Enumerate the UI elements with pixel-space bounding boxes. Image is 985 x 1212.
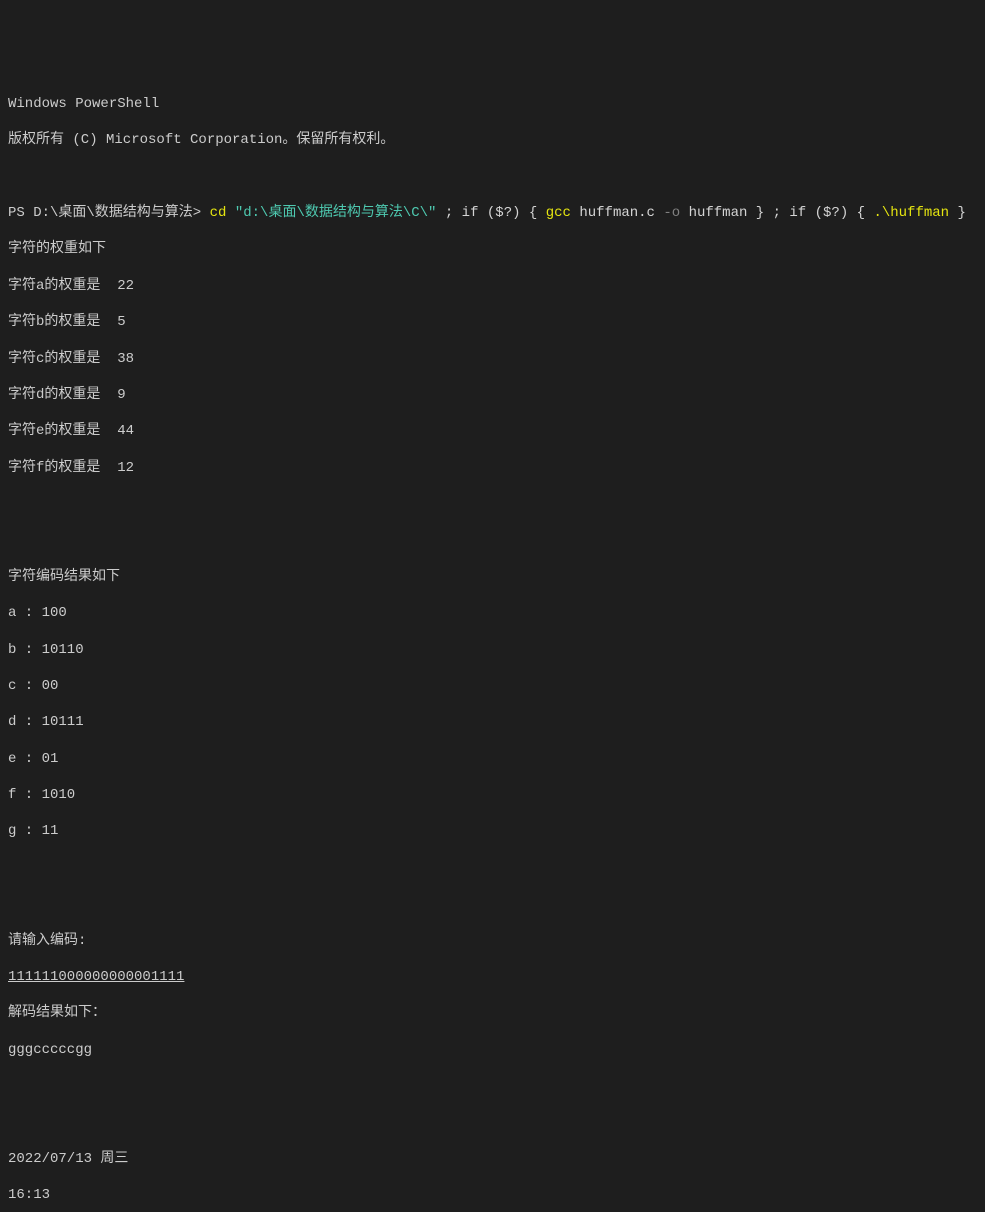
input-prompt: 请输入编码: [8,932,977,950]
encoding-line: c : 00 [8,677,977,695]
cmd-end: } [949,205,966,221]
blank [8,1113,977,1131]
weight-line: 字符f的权重是 12 [8,459,977,477]
decode-header: 解码结果如下： [8,1004,977,1022]
time-line: 16:13 [8,1186,977,1204]
cmd-paren-close: ) { [512,205,546,221]
cmd-if: if [462,205,479,221]
weights-header: 字符的权重如下 [8,240,977,258]
cmd-paren2-close: ) { [840,205,874,221]
copyright-line: 版权所有 (C) Microsoft Corporation。保留所有权利。 [8,131,977,149]
weight-line: 字符c的权重是 38 [8,350,977,368]
blank [8,859,977,877]
encoding-line: b : 10110 [8,641,977,659]
cmd-paren2: ( [806,205,823,221]
encoding-line: f : 1010 [8,786,977,804]
weight-line: 字符d的权重是 9 [8,386,977,404]
encoding-line: e : 01 [8,750,977,768]
terminal-output[interactable]: Windows PowerShell 版权所有 (C) Microsoft Co… [8,77,977,1212]
encoding-line: d : 10111 [8,713,977,731]
blank [8,531,977,549]
cmd-cd: cd [210,205,227,221]
cmd-if2: if [789,205,806,221]
weight-line: 字符b的权重是 5 [8,313,977,331]
cmd-sep2: ; [773,205,790,221]
decode-result: gggcccccgg [8,1041,977,1059]
cmd-var: $? [495,205,512,221]
prompt-prefix: PS D:\桌面\数据结构与算法> [8,205,210,221]
encoding-header: 字符编码结果如下 [8,568,977,586]
cmd-path: "d:\桌面\数据结构与算法\C\" [226,205,444,221]
shell-title: Windows PowerShell [8,95,977,113]
blank [8,495,977,513]
cmd-out: huffman } [680,205,772,221]
weight-line: 字符e的权重是 44 [8,422,977,440]
prompt-line: PS D:\桌面\数据结构与算法> cd "d:\桌面\数据结构与算法\C\" … [8,204,977,222]
blank [8,168,977,186]
encoding-line: a : 100 [8,604,977,622]
blank [8,895,977,913]
cmd-run: .\huffman [873,205,949,221]
cmd-flag: -o [663,205,680,221]
encoding-line: g : 11 [8,822,977,840]
weight-line: 字符a的权重是 22 [8,277,977,295]
cmd-var2: $? [823,205,840,221]
cmd-gcc-args: huffman.c [571,205,663,221]
date-line: 2022/07/13 周三 [8,1150,977,1168]
blank [8,1077,977,1095]
cmd-sep: ; [445,205,462,221]
cmd-paren: ( [478,205,495,221]
cmd-gcc: gcc [546,205,571,221]
input-code: 111111000000000001111 [8,968,977,986]
